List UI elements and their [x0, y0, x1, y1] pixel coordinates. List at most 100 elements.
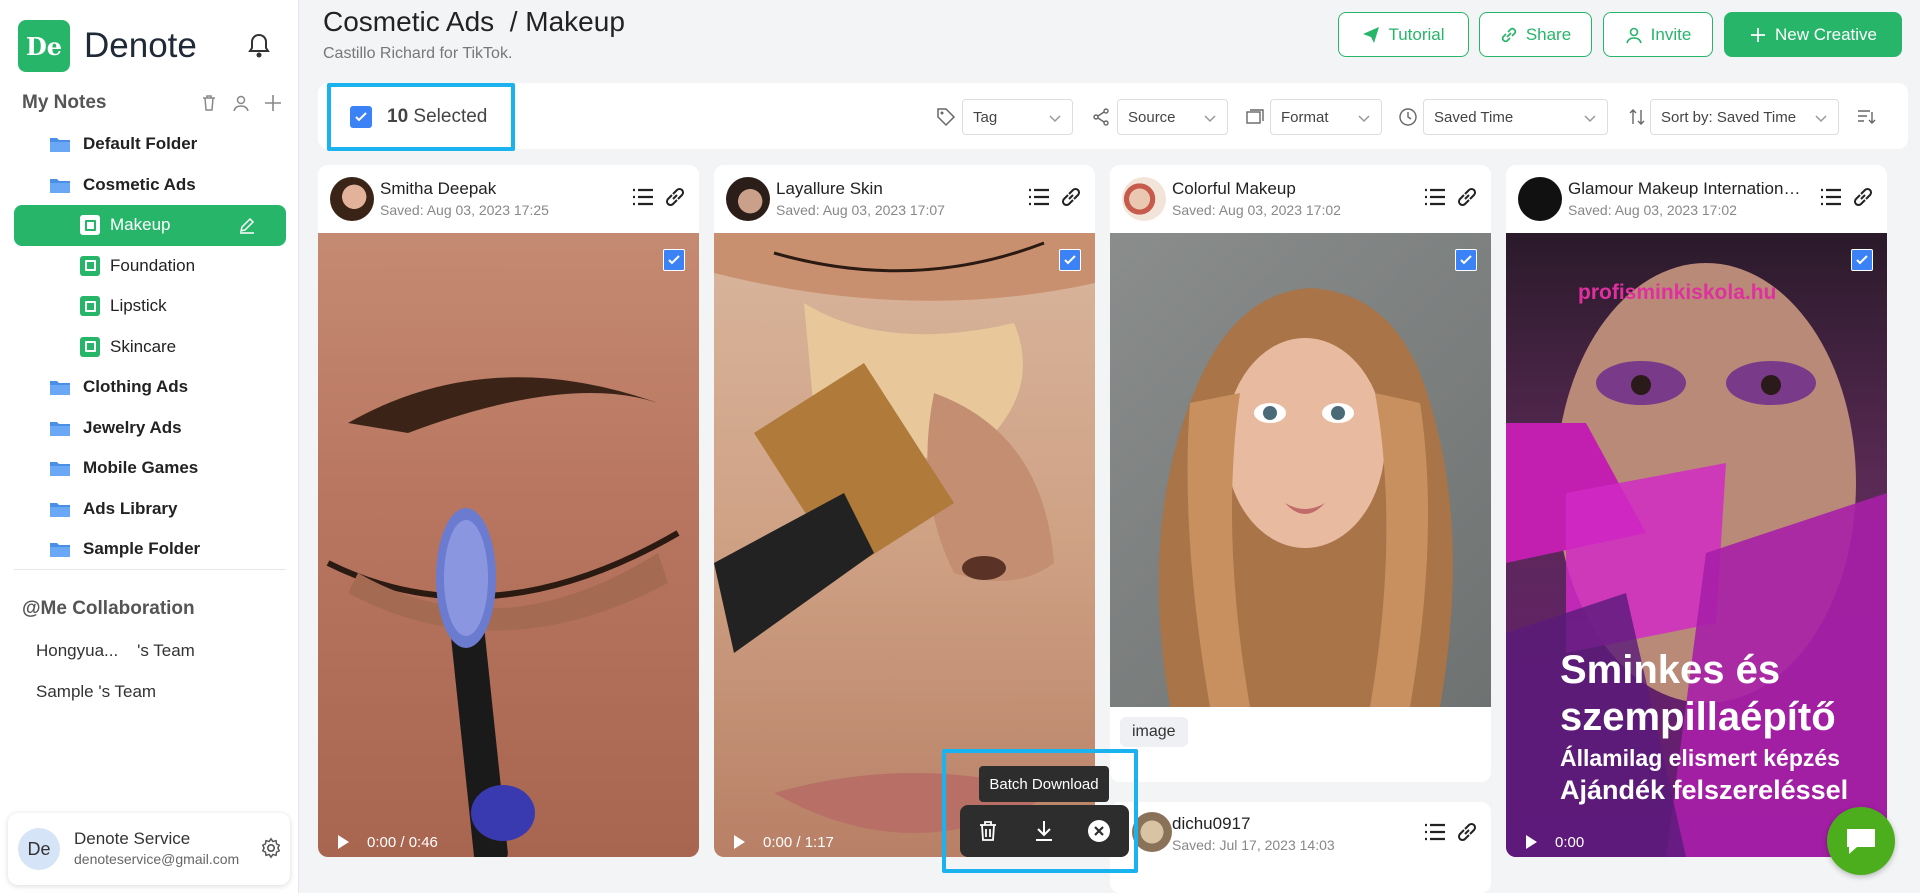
list-icon[interactable] — [1423, 185, 1447, 209]
board-lipstick[interactable]: Lipstick — [14, 286, 286, 327]
account-name: Denote Service — [74, 829, 191, 848]
list-icon[interactable] — [1819, 185, 1843, 209]
board-foundation[interactable]: Foundation — [14, 246, 286, 287]
page-title: Cosmetic Ads / Makeup — [323, 6, 625, 37]
folder-jewelry-ads[interactable]: Jewelry Ads — [14, 408, 286, 449]
saved-time-filter[interactable]: Saved Time — [1423, 99, 1608, 135]
folder-list: Default Folder Cosmetic Ads Makeup Found… — [14, 124, 286, 570]
tag-filter[interactable]: Tag — [962, 99, 1073, 135]
folder-label: Jewelry Ads — [83, 417, 182, 437]
folder-mobile-games[interactable]: Mobile Games — [14, 448, 286, 489]
bell-icon[interactable] — [247, 33, 271, 59]
link-icon[interactable] — [663, 185, 687, 209]
video-thumbnail[interactable]: 0:00 / 0:46 — [318, 233, 699, 857]
video-controls[interactable]: 0:00 / 0:46 — [318, 827, 699, 857]
creative-card[interactable]: Smitha Deepak Saved: Aug 03, 2023 17:25 … — [318, 165, 699, 857]
board-makeup[interactable]: Makeup — [14, 205, 286, 246]
invite-label: Invite — [1650, 24, 1692, 44]
collab-item-sample[interactable]: Sample 's Team — [36, 682, 156, 702]
sort-dropdown[interactable]: Sort by: Saved Time — [1650, 99, 1839, 135]
folder-label: Clothing Ads — [83, 377, 189, 397]
link-icon[interactable] — [1851, 185, 1875, 209]
play-icon[interactable] — [1526, 835, 1537, 849]
collab-title: @Me Collaboration — [22, 598, 195, 619]
folder-clothing-ads[interactable]: Clothing Ads — [14, 367, 286, 408]
link-icon[interactable] — [1455, 185, 1479, 209]
format-filter-label: Format — [1281, 108, 1329, 126]
author-name: Colorful Makeup — [1172, 179, 1296, 198]
list-icon[interactable] — [1423, 820, 1447, 844]
list-icon[interactable] — [1027, 185, 1051, 209]
creative-card[interactable]: Colorful Makeup Saved: Aug 03, 2023 17:0… — [1110, 165, 1491, 782]
board-icon — [80, 296, 100, 317]
image-thumbnail[interactable] — [1110, 233, 1491, 707]
chat-button[interactable] — [1827, 807, 1895, 875]
edit-icon[interactable] — [238, 216, 256, 234]
card-checkbox[interactable] — [663, 249, 685, 271]
folder-label: Mobile Games — [83, 458, 199, 478]
folder-label: Ads Library — [83, 498, 178, 518]
chevron-down-icon — [1815, 115, 1827, 123]
eyeshadow-artwork — [326, 377, 680, 857]
sort-order-icon[interactable] — [1856, 107, 1876, 127]
format-filter[interactable]: Format — [1270, 99, 1382, 135]
plus-icon — [1750, 27, 1765, 42]
author-name: dichu0917 — [1172, 814, 1251, 833]
account-panel[interactable]: De Denote Service denoteservice@gmail.co… — [8, 813, 290, 885]
format-icon — [1246, 109, 1264, 124]
tutorial-label: Tutorial — [1388, 24, 1445, 44]
gear-icon[interactable] — [260, 837, 282, 859]
select-all-checkbox[interactable] — [350, 106, 372, 128]
chevron-down-icon — [1584, 115, 1596, 123]
creative-card[interactable]: Glamour Makeup International ... Saved: … — [1506, 165, 1887, 857]
play-icon[interactable] — [338, 835, 349, 849]
folder-label: Default Folder — [83, 134, 198, 154]
check-icon — [1460, 255, 1472, 265]
author-avatar — [1122, 177, 1166, 221]
new-creative-button[interactable]: New Creative — [1724, 12, 1902, 57]
card-header: Smitha Deepak Saved: Aug 03, 2023 17:25 — [318, 165, 699, 233]
author-name: Glamour Makeup International ... — [1568, 179, 1808, 198]
creative-card[interactable]: dichu0917 Saved: Jul 17, 2023 14:03 — [1110, 802, 1491, 893]
author-avatar — [1518, 177, 1562, 221]
video-time: 0:00 / 1:17 — [763, 833, 834, 851]
source-filter-label: Source — [1128, 108, 1176, 126]
board-label: Makeup — [110, 215, 171, 235]
play-icon[interactable] — [734, 835, 745, 849]
folder-sample[interactable]: Sample Folder — [14, 529, 286, 570]
account-email: denoteservice@gmail.com — [74, 851, 240, 867]
link-icon[interactable] — [1059, 185, 1083, 209]
selected-count: 10 Selected — [387, 106, 487, 128]
folder-ads-library[interactable]: Ads Library — [14, 489, 286, 530]
author-avatar — [330, 177, 374, 221]
ad-line: szempillaépítő — [1560, 695, 1836, 739]
trash-icon[interactable] — [200, 94, 218, 112]
card-header: Layallure Skin Saved: Aug 03, 2023 17:07 — [714, 165, 1095, 233]
collab-item-hongyua[interactable]: Hongyua... 's Team — [36, 641, 195, 661]
folder-cosmetic-ads[interactable]: Cosmetic Ads — [14, 165, 286, 206]
folder-default[interactable]: Default Folder — [14, 124, 286, 165]
board-skincare[interactable]: Skincare — [14, 327, 286, 368]
saved-time: Saved: Aug 03, 2023 17:25 — [380, 202, 549, 218]
card-header: dichu0917 Saved: Jul 17, 2023 14:03 — [1110, 802, 1491, 870]
source-filter[interactable]: Source — [1117, 99, 1228, 135]
portrait-artwork — [1158, 288, 1453, 707]
tutorial-button[interactable]: Tutorial — [1338, 12, 1469, 57]
chevron-down-icon — [1358, 115, 1370, 123]
saved-time: Saved: Jul 17, 2023 14:03 — [1172, 837, 1335, 853]
card-checkbox[interactable] — [1059, 249, 1081, 271]
check-icon — [668, 255, 680, 265]
plus-icon[interactable] — [264, 94, 282, 112]
video-thumbnail[interactable]: profisminkiskola.hu Sminkes és szempilla… — [1506, 233, 1887, 857]
invite-button[interactable]: Invite — [1603, 12, 1713, 57]
share-button[interactable]: Share — [1479, 12, 1592, 57]
card-checkbox[interactable] — [1455, 249, 1477, 271]
ad-url: profisminkiskola.hu — [1578, 281, 1777, 304]
link-icon[interactable] — [1455, 820, 1479, 844]
user-icon[interactable] — [232, 94, 250, 112]
card-checkbox[interactable] — [1851, 249, 1873, 271]
brand[interactable]: De Denote — [18, 20, 197, 72]
check-icon — [355, 112, 367, 122]
board-label: Skincare — [110, 336, 177, 356]
list-icon[interactable] — [631, 185, 655, 209]
